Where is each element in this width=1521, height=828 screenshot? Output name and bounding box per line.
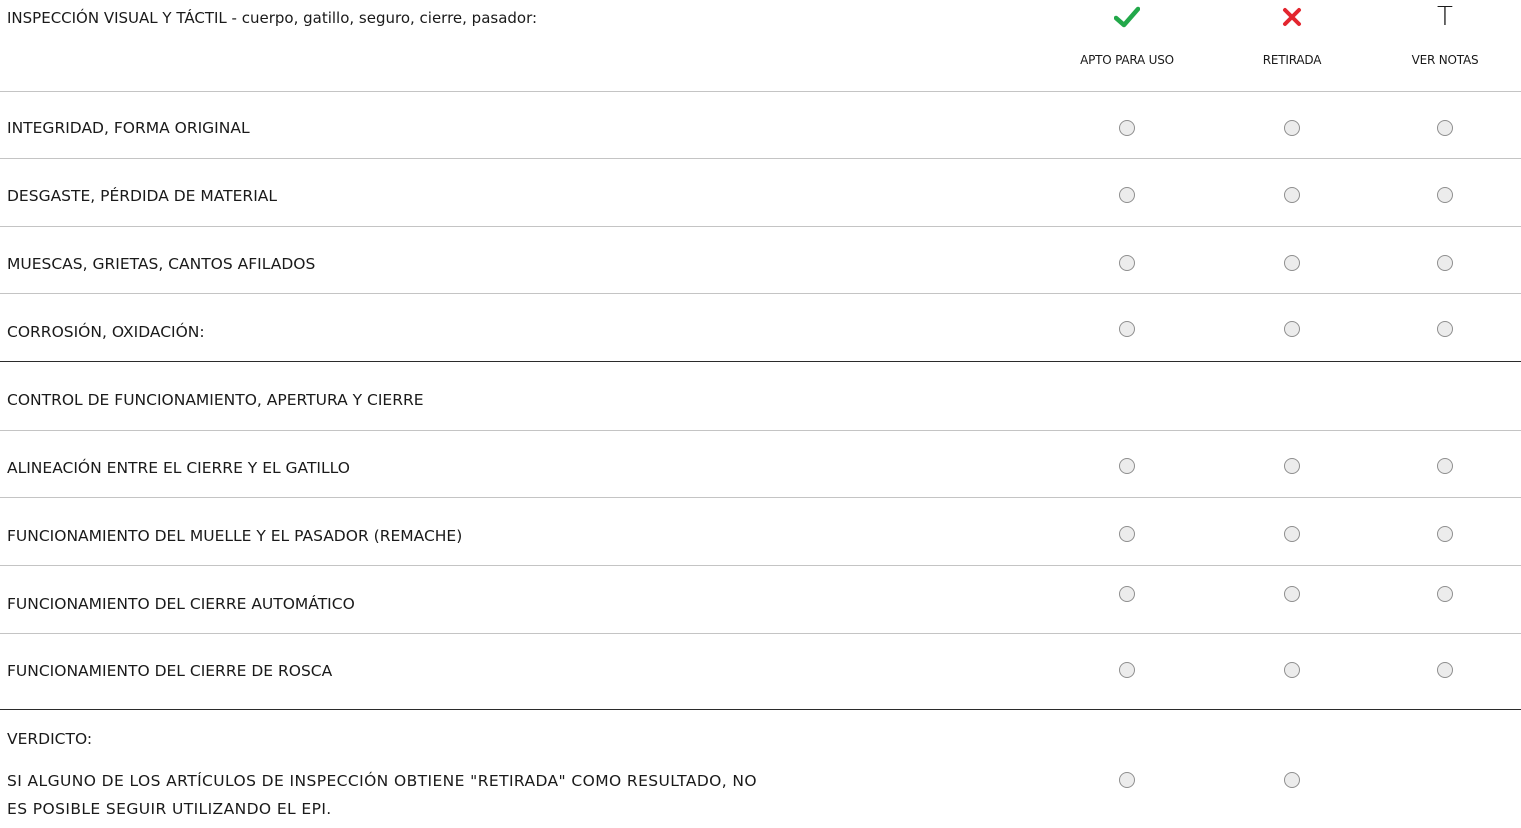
radio-corrosion-retirada[interactable] — [1284, 321, 1300, 337]
radio-desgaste-retirada[interactable] — [1284, 187, 1300, 203]
radio-cierre-rosca-retirada[interactable] — [1284, 662, 1300, 678]
radio-cierre-rosca-apto[interactable] — [1119, 662, 1135, 678]
row-label-alineacion: ALINEACIÓN ENTRE EL CIERRE Y EL GATILLO — [7, 459, 350, 477]
radio-muelle-pasador-apto[interactable] — [1119, 526, 1135, 542]
radio-corrosion-ver-notas[interactable] — [1437, 321, 1453, 337]
radio-muescas-ver-notas[interactable] — [1437, 255, 1453, 271]
cross-icon — [1283, 8, 1301, 26]
divider — [0, 226, 1521, 227]
row-label-cierre-rosca: FUNCIONAMIENTO DEL CIERRE DE ROSCA — [7, 662, 333, 680]
column-header-retirada — [1227, 0, 1357, 34]
column-header-ver-notas: T — [1380, 0, 1510, 34]
radio-integridad-retirada[interactable] — [1284, 120, 1300, 136]
radio-verdict-retirada[interactable] — [1284, 772, 1300, 788]
divider — [0, 633, 1521, 634]
divider — [0, 158, 1521, 159]
radio-integridad-ver-notas[interactable] — [1437, 120, 1453, 136]
radio-cierre-automatico-ver-notas[interactable] — [1437, 586, 1453, 602]
row-label-corrosion: CORROSIÓN, OXIDACIÓN: — [7, 323, 205, 341]
verdict-text: SI ALGUNO DE LOS ARTÍCULOS DE INSPECCIÓN… — [7, 772, 758, 818]
section-title-visual-inspection: INSPECCIÓN VISUAL Y TÁCTIL - cuerpo, gat… — [7, 9, 538, 27]
radio-cierre-automatico-retirada[interactable] — [1284, 586, 1300, 602]
radio-alineacion-apto[interactable] — [1119, 458, 1135, 474]
section-divider — [0, 709, 1521, 710]
divider — [0, 497, 1521, 498]
radio-alineacion-ver-notas[interactable] — [1437, 458, 1453, 474]
radio-desgaste-apto[interactable] — [1119, 187, 1135, 203]
radio-muelle-pasador-retirada[interactable] — [1284, 526, 1300, 542]
radio-corrosion-apto[interactable] — [1119, 321, 1135, 337]
divider — [0, 91, 1521, 92]
radio-desgaste-ver-notas[interactable] — [1437, 187, 1453, 203]
radio-alineacion-retirada[interactable] — [1284, 458, 1300, 474]
radio-cierre-rosca-ver-notas[interactable] — [1437, 662, 1453, 678]
row-label-muelle-pasador: FUNCIONAMIENTO DEL MUELLE Y EL PASADOR (… — [7, 527, 463, 545]
radio-muelle-pasador-ver-notas[interactable] — [1437, 526, 1453, 542]
check-icon — [1114, 6, 1140, 28]
section-title-function-control: CONTROL DE FUNCIONAMIENTO, APERTURA Y CI… — [7, 391, 424, 409]
row-label-integridad: INTEGRIDAD, FORMA ORIGINAL — [7, 119, 250, 137]
row-label-desgaste: DESGASTE, PÉRDIDA DE MATERIAL — [7, 187, 278, 205]
column-label-ver-notas: VER NOTAS — [1411, 53, 1479, 67]
radio-verdict-apto[interactable] — [1119, 772, 1135, 788]
section-divider — [0, 361, 1521, 362]
verdict-title: VERDICTO: — [7, 730, 93, 748]
divider — [0, 293, 1521, 294]
divider — [0, 565, 1521, 566]
row-label-cierre-automatico: FUNCIONAMIENTO DEL CIERRE AUTOMÁTICO — [7, 595, 355, 613]
column-header-apto — [1062, 0, 1192, 34]
radio-cierre-automatico-apto[interactable] — [1119, 586, 1135, 602]
text-t-icon: T — [1437, 2, 1453, 32]
radio-muescas-apto[interactable] — [1119, 255, 1135, 271]
row-label-muescas: MUESCAS, GRIETAS, CANTOS AFILADOS — [7, 255, 316, 273]
radio-muescas-retirada[interactable] — [1284, 255, 1300, 271]
divider — [0, 430, 1521, 431]
column-label-apto: APTO PARA USO — [1080, 53, 1174, 67]
column-label-retirada: RETIRADA — [1262, 53, 1322, 67]
radio-integridad-apto[interactable] — [1119, 120, 1135, 136]
